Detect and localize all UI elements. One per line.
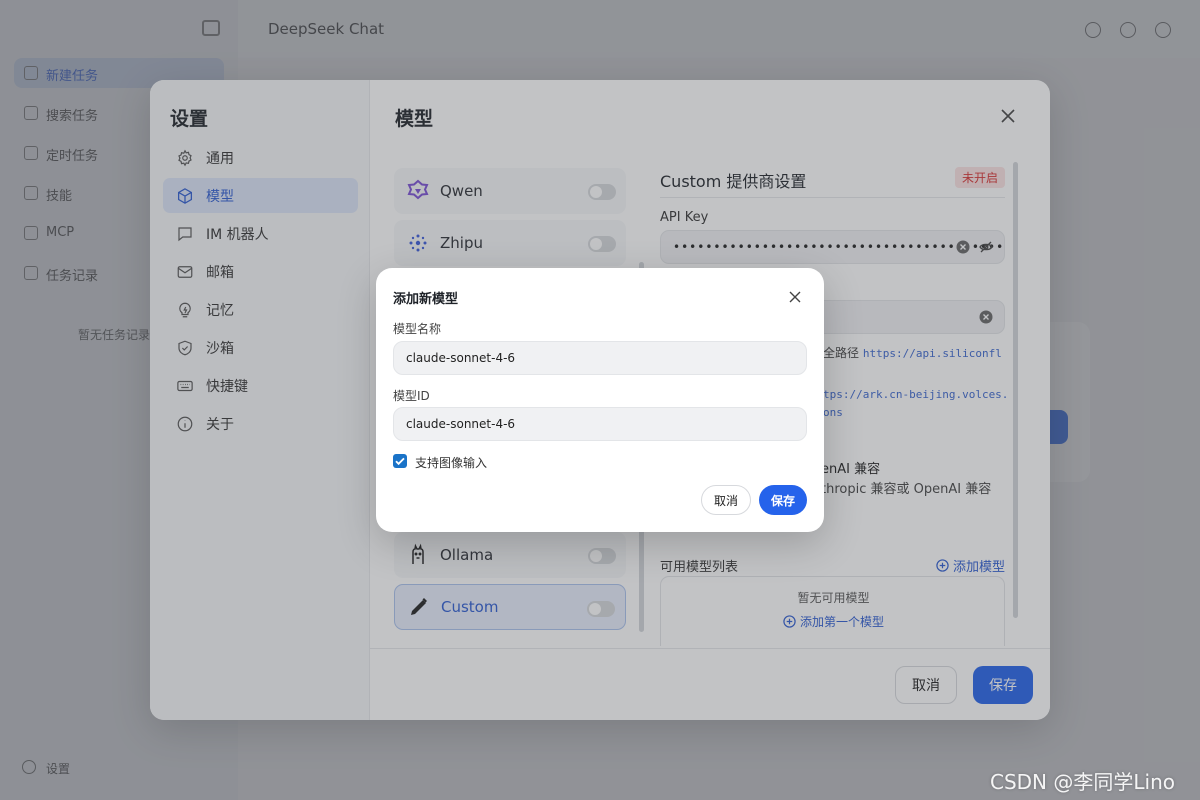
close-icon[interactable] — [788, 290, 802, 304]
image-input-checkbox[interactable] — [393, 454, 407, 468]
modal-cancel-button[interactable]: 取消 — [701, 485, 751, 515]
check-icon — [395, 457, 405, 466]
modal-save-button[interactable]: 保存 — [759, 485, 807, 515]
model-name-label: 模型名称 — [393, 322, 442, 336]
model-name-input[interactable] — [393, 341, 807, 375]
watermark: CSDN @李同学Lino — [990, 770, 1175, 794]
add-model-modal: 添加新模型 模型名称 模型ID 支持图像输入 取消 保存 — [376, 268, 824, 532]
model-id-input[interactable] — [393, 407, 807, 441]
image-input-label: 支持图像输入 — [415, 456, 488, 470]
model-id-label: 模型ID — [393, 389, 430, 403]
modal-title: 添加新模型 — [393, 292, 459, 307]
